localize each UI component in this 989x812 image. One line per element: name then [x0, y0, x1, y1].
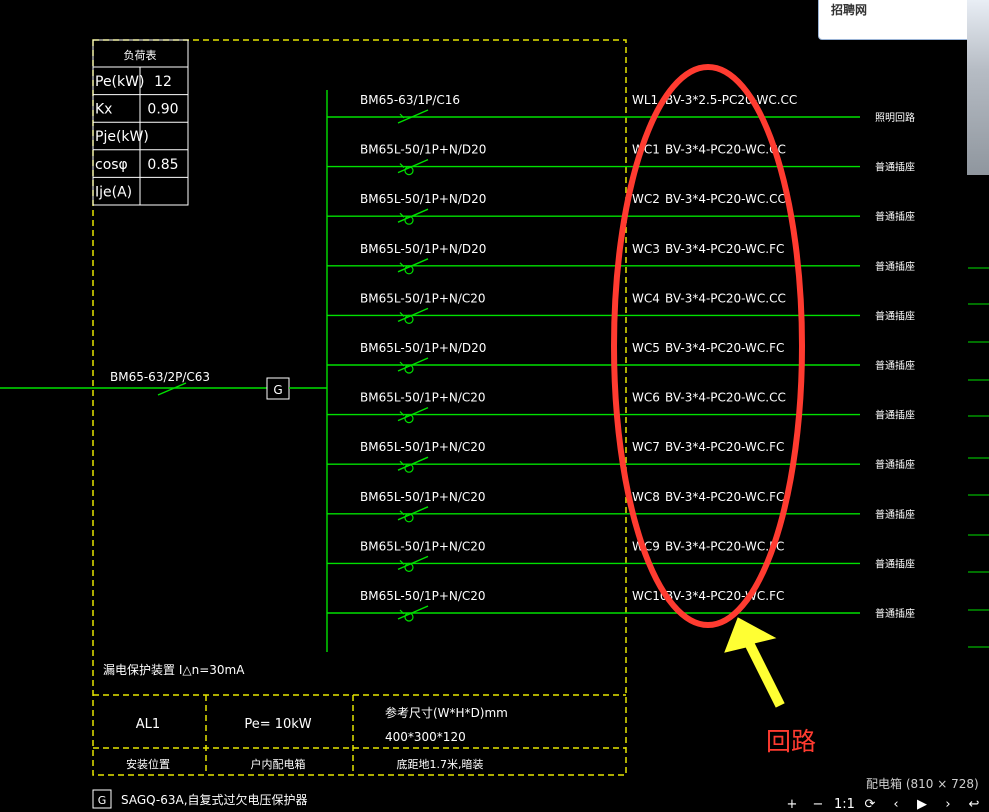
load-table-value: 0.85	[147, 157, 178, 173]
circuit-code: WC4	[632, 291, 660, 305]
image-caption: 配电箱 (810 × 728)	[866, 777, 979, 791]
load-table-label: Pe(kW)	[95, 74, 144, 90]
load-table-title: 负荷表	[124, 48, 157, 62]
circuit-cable: BV-3*4-PC20-WC.CC	[665, 291, 786, 305]
popup-card[interactable]: 招聘网	[818, 0, 980, 40]
circuit-code: WL1	[632, 93, 658, 107]
circuit-cable: BV-3*4-PC20-WC.FC	[665, 490, 784, 504]
next-button[interactable]: ›	[938, 798, 958, 812]
footer-size-label: 参考尺寸(W*H*D)mm	[385, 705, 508, 720]
circuit-use: 照明回路	[875, 111, 915, 124]
main-breaker-label: BM65-63/2P/C63	[110, 370, 210, 384]
circuit-cable: BV-3*4-PC20-WC.CC	[665, 391, 786, 405]
circuit-use: 普通插座	[875, 409, 915, 422]
circuit-cable: BV-3*4-PC20-WC.FC	[665, 440, 784, 454]
load-table-value: 0.90	[147, 102, 178, 118]
circuit-cable: BV-3*4-PC20-WC.FC	[665, 589, 784, 603]
load-table-label: cosφ	[95, 157, 128, 173]
side-panel-strip	[967, 0, 989, 175]
circuit-breaker-label: BM65L-50/1P+N/D20	[360, 192, 486, 206]
circuit-use: 普通插座	[875, 260, 915, 273]
zoom-in-button[interactable]: +	[782, 798, 802, 812]
footer-mount: 底距地1.7米,暗装	[397, 757, 484, 771]
circuit-code: WC2	[632, 192, 660, 206]
circuit-breaker-label: BM65L-50/1P+N/C20	[360, 589, 486, 603]
circuit-cable: BV-3*4-PC20-WC.FC	[665, 242, 784, 256]
circuit-use: 普通插座	[875, 210, 915, 223]
circuit-code: WC5	[632, 341, 660, 355]
previous-button[interactable]: ‹	[886, 798, 906, 812]
cad-drawing: 负荷表 Pe(kW) 12 Kx 0.90 Pje(kW) cosφ 0.85 Ije(A) BM…	[0, 39, 989, 809]
footer-power: Pe= 10kW	[244, 717, 311, 732]
rcd-note: 漏电保护装置 I△n=30mA	[103, 663, 245, 677]
annotation-label: 回路	[766, 727, 817, 756]
circuit-code: WC3	[632, 242, 660, 256]
load-table-label: Ije(A)	[95, 184, 132, 200]
circuit-breaker-label: BM65L-50/1P+N/C20	[360, 291, 486, 305]
circuit-breaker-label: BM65-63/1P/C16	[360, 93, 460, 107]
circuit-code: WC6	[632, 391, 660, 405]
annotation-arrow	[724, 617, 785, 708]
actual-size-button[interactable]: 1:1	[834, 798, 855, 812]
circuit-breaker-label: BM65L-50/1P+N/C20	[360, 490, 486, 504]
popup-label: 招聘网	[831, 3, 868, 17]
footer-install-label: 安装位置	[126, 757, 170, 771]
circuit-use: 普通插座	[875, 309, 915, 322]
circuit-breaker-label: BM65L-50/1P+N/C20	[360, 440, 486, 454]
play-button[interactable]: ▶	[912, 798, 932, 812]
circuit-cable: BV-3*4-PC20-WC.FC	[665, 539, 784, 553]
circuit-cable: BV-3*4-PC20-WC.CC	[665, 143, 786, 157]
circuit-cable: BV-3*4-PC20-WC.CC	[665, 192, 786, 206]
legend-g-symbol: G	[98, 794, 107, 807]
footer-panel-id: AL1	[136, 717, 160, 732]
load-table-value: 12	[154, 74, 172, 90]
footer-size-value: 400*300*120	[385, 730, 466, 744]
rotate-button[interactable]: ⟳	[860, 798, 880, 812]
main-breaker-contact	[157, 382, 187, 396]
circuit-code: WC8	[632, 490, 660, 504]
circuit-use: 普通插座	[875, 359, 915, 372]
load-table-label: Pje(kW)	[95, 129, 149, 145]
viewer-toolbar: + − 1:1 ⟳ ‹ ▶ › ↩	[782, 798, 989, 812]
circuit-breaker-label: BM65L-50/1P+N/D20	[360, 143, 486, 157]
g-protector-label: G	[273, 383, 282, 397]
back-button[interactable]: ↩	[964, 798, 984, 812]
circuit-breaker-label: BM65L-50/1P+N/D20	[360, 341, 486, 355]
footer-location: 户内配电箱	[251, 757, 306, 771]
circuit-use: 普通插座	[875, 458, 915, 471]
zoom-out-button[interactable]: −	[808, 798, 828, 812]
circuit-breaker-label: BM65L-50/1P+N/D20	[360, 242, 486, 256]
circuit-use: 普通插座	[875, 557, 915, 570]
load-table-label: Kx	[95, 102, 112, 118]
circuit-use: 普通插座	[875, 607, 915, 620]
circuit-cable: BV-3*2.5-PC20-WC.CC	[665, 93, 797, 107]
circuit-cable: BV-3*4-PC20-WC.FC	[665, 341, 784, 355]
circuit-use: 普通插座	[875, 508, 915, 521]
circuit-use: 普通插座	[875, 161, 915, 174]
circuit-breaker-label: BM65L-50/1P+N/C20	[360, 391, 486, 405]
legend-text: SAGQ-63A,自复式过欠电压保护器	[121, 792, 308, 807]
circuit-code: WC7	[632, 440, 660, 454]
circuit-breaker-label: BM65L-50/1P+N/C20	[360, 539, 486, 553]
